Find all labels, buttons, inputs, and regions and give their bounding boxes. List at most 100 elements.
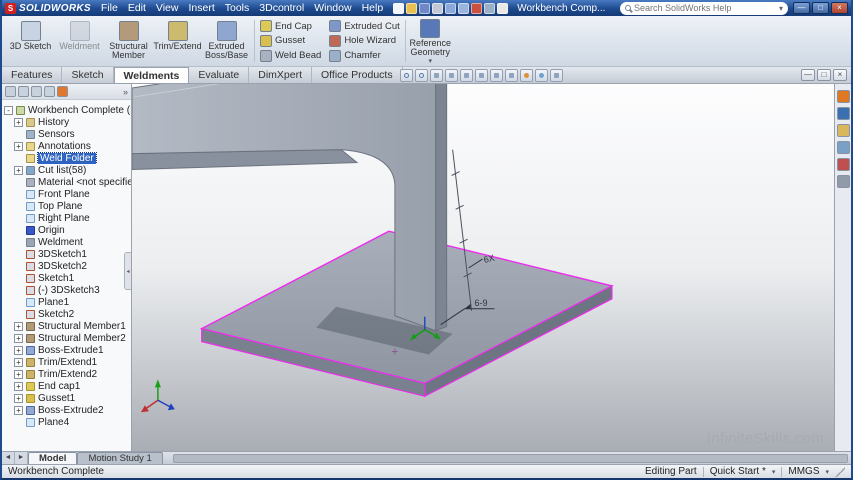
custom-properties-icon[interactable] bbox=[837, 175, 850, 188]
expander-icon[interactable]: + bbox=[14, 322, 23, 331]
tree-item-origin[interactable]: Origin bbox=[2, 224, 131, 236]
menu-file[interactable]: File bbox=[96, 1, 123, 15]
search-box[interactable]: ▾ bbox=[620, 2, 788, 15]
menu-help[interactable]: Help bbox=[357, 1, 389, 15]
status-quick-start[interactable]: Quick Start * bbox=[710, 466, 766, 477]
tree-item-cut-list-58[interactable]: +Cut list(58) bbox=[2, 164, 131, 176]
tree-item-3dsketch3[interactable]: (-) 3DSketch3 bbox=[2, 284, 131, 296]
help-icon[interactable] bbox=[497, 3, 508, 14]
expander-icon[interactable]: + bbox=[14, 406, 23, 415]
search-input[interactable] bbox=[634, 3, 776, 13]
displaymanager-tab-icon[interactable] bbox=[57, 86, 68, 97]
expander-icon[interactable]: + bbox=[14, 394, 23, 403]
ribbon-button-chamfer[interactable]: Chamfer bbox=[329, 50, 399, 62]
rebuild-icon[interactable] bbox=[471, 3, 482, 14]
tree-item-boss-extrude1[interactable]: +Boss-Extrude1 bbox=[2, 344, 131, 356]
tree-item-workbench-complete-defau[interactable]: -Workbench Complete (Defau bbox=[2, 104, 131, 116]
expander-icon[interactable]: + bbox=[14, 334, 23, 343]
section-view-icon[interactable] bbox=[460, 69, 473, 82]
tab-sketch[interactable]: Sketch bbox=[62, 67, 113, 83]
display-style-icon[interactable] bbox=[490, 69, 503, 82]
redo-icon[interactable] bbox=[458, 3, 469, 14]
propertymanager-tab-icon[interactable] bbox=[18, 86, 29, 97]
expander-icon[interactable]: + bbox=[14, 142, 23, 151]
ribbon-button-weld-bead[interactable]: Weld Bead bbox=[260, 50, 321, 62]
ribbon-button-end-cap[interactable]: End Cap bbox=[260, 20, 321, 32]
featuremanager-tab-icon[interactable] bbox=[5, 86, 16, 97]
undo-icon[interactable] bbox=[445, 3, 456, 14]
view-settings-icon[interactable] bbox=[550, 69, 563, 82]
tab-dimxpert[interactable]: DimXpert bbox=[249, 67, 312, 83]
tree-item-structural-member1[interactable]: +Structural Member1 bbox=[2, 320, 131, 332]
hide-show-icon[interactable] bbox=[505, 69, 518, 82]
configurationmanager-tab-icon[interactable] bbox=[31, 86, 42, 97]
tree-item-end-cap1[interactable]: +End cap1 bbox=[2, 380, 131, 392]
tree-item-plane1[interactable]: Plane1 bbox=[2, 296, 131, 308]
options-icon[interactable] bbox=[484, 3, 495, 14]
ribbon-button-3d-sketch[interactable]: 3D Sketch bbox=[7, 19, 54, 63]
search-dropdown-icon[interactable]: ▾ bbox=[779, 4, 783, 13]
edit-appearance-icon[interactable] bbox=[520, 69, 533, 82]
tree-item-sensors[interactable]: Sensors bbox=[2, 128, 131, 140]
ribbon-button-extruded-cut[interactable]: Extruded Cut bbox=[329, 20, 399, 32]
expander-icon[interactable]: + bbox=[14, 118, 23, 127]
close-document-button[interactable]: × bbox=[833, 69, 847, 81]
tree-item-front-plane[interactable]: Front Plane bbox=[2, 188, 131, 200]
maximize-button[interactable]: □ bbox=[812, 2, 829, 14]
tree-item-sketch2[interactable]: Sketch2 bbox=[2, 308, 131, 320]
menu-window[interactable]: Window bbox=[309, 1, 356, 15]
restore-document-button[interactable]: □ bbox=[817, 69, 831, 81]
view-orientation-icon[interactable] bbox=[475, 69, 488, 82]
tree-item-weldment[interactable]: Weldment bbox=[2, 236, 131, 248]
menu-insert[interactable]: Insert bbox=[183, 1, 219, 15]
tree-item-plane4[interactable]: Plane4 bbox=[2, 416, 131, 428]
tree-item-annotations[interactable]: +Annotations bbox=[2, 140, 131, 152]
status-units[interactable]: MMGS bbox=[788, 466, 819, 477]
new-icon[interactable] bbox=[393, 3, 404, 14]
save-icon[interactable] bbox=[419, 3, 430, 14]
tree-item-3dsketch1[interactable]: 3DSketch1 bbox=[2, 248, 131, 260]
leg-side-face[interactable] bbox=[436, 84, 447, 331]
expander-icon[interactable]: + bbox=[14, 346, 23, 355]
3d-model-view[interactable]: 6X 6-9 bbox=[132, 84, 834, 451]
resize-grip[interactable] bbox=[835, 467, 845, 477]
dimxpertmanager-tab-icon[interactable] bbox=[44, 86, 55, 97]
menu-view[interactable]: View bbox=[151, 1, 184, 15]
appearances-scenes-icon[interactable] bbox=[837, 158, 850, 171]
tab-scroll-left-button[interactable]: ◄ bbox=[2, 452, 15, 464]
tree-item-boss-extrude2[interactable]: +Boss-Extrude2 bbox=[2, 404, 131, 416]
tree-item-weld-folder[interactable]: Weld Folder bbox=[2, 152, 131, 164]
tree-item-3dsketch2[interactable]: 3DSketch2 bbox=[2, 260, 131, 272]
expander-icon[interactable]: - bbox=[4, 106, 13, 115]
chevron-down-icon[interactable]: ▾ bbox=[772, 468, 776, 476]
minimize-document-button[interactable]: — bbox=[801, 69, 815, 81]
menu-edit[interactable]: Edit bbox=[123, 1, 151, 15]
tree-item-history[interactable]: +History bbox=[2, 116, 131, 128]
panel-collapse-handle[interactable]: ◂ bbox=[124, 252, 131, 290]
tree-item-structural-member2[interactable]: +Structural Member2 bbox=[2, 332, 131, 344]
previous-view-icon[interactable] bbox=[445, 69, 458, 82]
tree-item-trim-extend2[interactable]: +Trim/Extend2 bbox=[2, 368, 131, 380]
ribbon-button-reference-geometry[interactable]: Reference Geometry ▾ bbox=[407, 17, 454, 65]
expander-icon[interactable]: + bbox=[14, 166, 23, 175]
apply-scene-icon[interactable] bbox=[535, 69, 548, 82]
chevron-down-icon[interactable]: ▾ bbox=[429, 57, 433, 65]
solidworks-resources-icon[interactable] bbox=[837, 90, 850, 103]
menu-tools[interactable]: Tools bbox=[220, 1, 255, 15]
tab-office-products[interactable]: Office Products bbox=[312, 67, 403, 83]
file-explorer-icon[interactable] bbox=[837, 124, 850, 137]
tree-item-gusset1[interactable]: +Gusset1 bbox=[2, 392, 131, 404]
view-palette-icon[interactable] bbox=[837, 141, 850, 154]
overflow-chevron[interactable]: » bbox=[123, 87, 128, 97]
ribbon-button-hole-wizard[interactable]: Hole Wizard bbox=[329, 35, 399, 47]
viewport[interactable]: 6X 6-9 bbox=[132, 84, 834, 451]
ribbon-button-structural-member[interactable]: Structural Member bbox=[105, 19, 152, 63]
expander-icon[interactable]: + bbox=[14, 382, 23, 391]
expander-icon[interactable]: + bbox=[14, 370, 23, 379]
expander-icon[interactable]: + bbox=[14, 358, 23, 367]
menu-3dcontrol[interactable]: 3Dcontrol bbox=[254, 1, 309, 15]
minimize-button[interactable]: — bbox=[793, 2, 810, 14]
ribbon-button-gusset[interactable]: Gusset bbox=[260, 35, 321, 47]
tab-motion-study-1[interactable]: Motion Study 1 bbox=[77, 452, 162, 464]
tree-item-top-plane[interactable]: Top Plane bbox=[2, 200, 131, 212]
